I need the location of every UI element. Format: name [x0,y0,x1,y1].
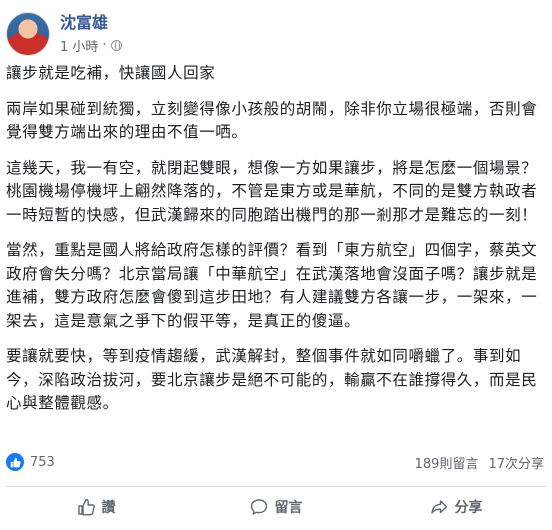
comment-button-label: 留言 [274,500,303,516]
post-header: 沈富雄 1 小時 · [6,8,122,60]
share-icon [430,500,447,514]
post-body: 讓步就是吃補，快讓國人回家 兩岸如果碰到統獨，立刻變得像小孩般的胡鬧，除非你立場… [6,62,544,428]
like-reaction-icon[interactable] [6,453,24,471]
reaction-stats: 753 189則留言 17次分享 [6,450,544,474]
share-button-label: 分享 [454,500,483,516]
post-paragraph: 這幾天，我一有空，就閉起雙眼，想像一方如果讓步，將是怎麼一個場景？桃園機場停機坪… [6,158,538,224]
post-meta: 沈富雄 1 小時 · [60,13,122,55]
like-button[interactable]: 讚 [6,490,186,524]
comment-icon [250,499,267,515]
action-bar: 讚 留言 分享 [6,490,546,524]
avatar[interactable] [6,12,50,56]
facebook-post: 沈富雄 1 小時 · 讓步就是吃補，快讓國人回家 兩岸如果碰到統獨，立刻變得像小… [0,0,552,530]
globe-icon[interactable] [110,40,122,51]
timestamp-row: 1 小時 · [60,36,122,55]
post-paragraph: 要讓就要快，等到疫情趨緩，武漢解封，整個事件就如同嚼蠟了。事到如今，深陷政治拔河… [6,347,538,412]
share-count[interactable]: 17次分享 [488,453,544,472]
thumbs-up-icon [77,498,95,516]
post-paragraph: 當然，重點是國人將給政府怎樣的評價？看到「東方航空」四個字，蔡英文政府會失分嗎？… [6,241,538,330]
post-time[interactable]: 1 小時 [60,36,98,55]
post-paragraph: 讓步就是吃補，快讓國人回家 [6,64,216,82]
post-paragraph: 兩岸如果碰到統獨，立刻變得像小孩般的胡鬧，除非你立場很極端，否則會覺得雙方端出來… [6,99,538,142]
like-count[interactable]: 753 [30,455,55,470]
author-name[interactable]: 沈富雄 [60,13,122,33]
divider [6,486,546,487]
comment-button[interactable]: 留言 [186,490,366,524]
separator-dot: · [102,38,107,53]
comment-count[interactable]: 189則留言 [415,453,479,472]
share-button[interactable]: 分享 [366,490,546,524]
like-button-label: 讚 [101,500,116,516]
